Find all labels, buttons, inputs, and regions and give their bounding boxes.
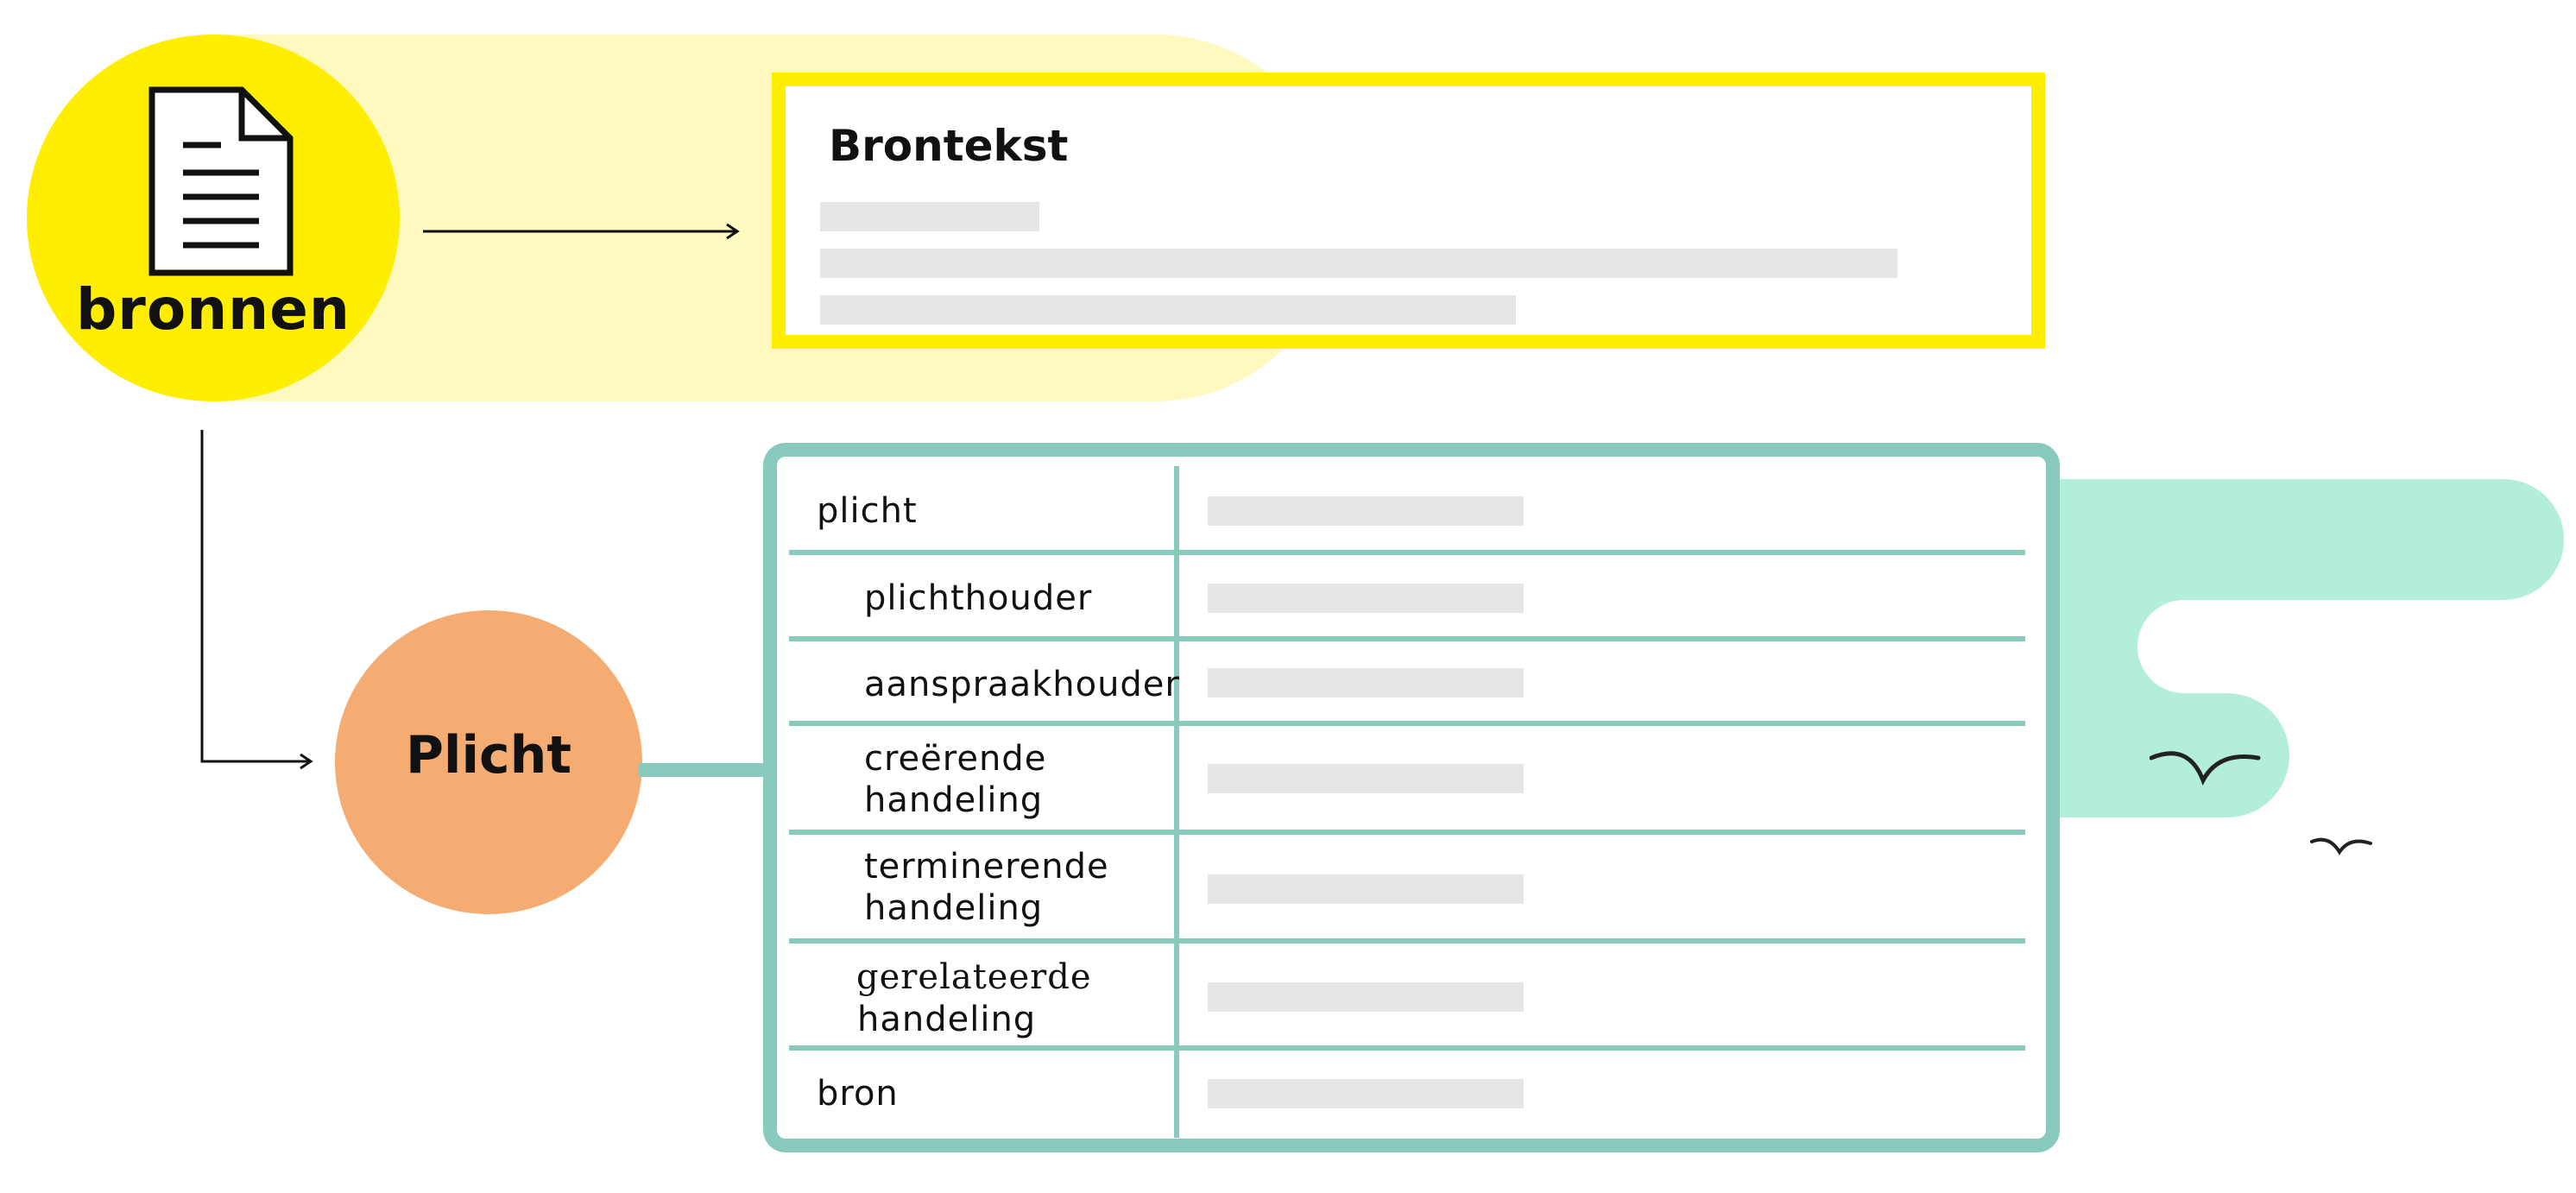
row-label-creerende-line1: creërende bbox=[864, 739, 1047, 779]
text-placeholder-2 bbox=[820, 249, 1897, 278]
row-divider bbox=[789, 636, 2025, 641]
value-placeholder bbox=[1208, 584, 1524, 613]
row-divider bbox=[789, 550, 2025, 555]
row-label-terminerende-line2: handeling bbox=[864, 888, 1044, 928]
row-label-creerende-line2: handeling bbox=[864, 780, 1044, 820]
row-label-gerelateerde-line2: handeling bbox=[857, 1000, 1037, 1039]
text-placeholder-1 bbox=[820, 202, 1039, 231]
arrow-to-plicht bbox=[200, 430, 313, 770]
row-divider bbox=[789, 938, 2025, 944]
row-label-bron: bron bbox=[817, 1074, 899, 1114]
arrow-to-brontekst bbox=[423, 223, 740, 240]
plicht-connector bbox=[639, 763, 768, 777]
row-label-gerelateerde-line1: gerelateerde bbox=[856, 957, 1092, 997]
text-placeholder-3 bbox=[820, 295, 1516, 325]
document-icon bbox=[148, 86, 294, 276]
row-label-plichthouder: plichthouder bbox=[864, 578, 1093, 618]
bird-doodle-large bbox=[2150, 751, 2261, 786]
row-divider bbox=[789, 721, 2025, 726]
brontekst-card: Brontekst bbox=[772, 73, 2045, 349]
value-placeholder bbox=[1208, 874, 1524, 904]
value-placeholder bbox=[1208, 982, 1524, 1012]
plicht-label: Plicht bbox=[405, 725, 572, 786]
value-placeholder bbox=[1208, 764, 1524, 793]
bird-doodle-small bbox=[2310, 837, 2372, 855]
value-placeholder bbox=[1208, 1079, 1524, 1108]
row-divider bbox=[789, 1045, 2025, 1051]
row-divider bbox=[789, 830, 2025, 835]
bronnen-label: bronnen bbox=[76, 276, 350, 343]
row-label-terminerende-line1: terminerende bbox=[864, 847, 1109, 887]
brontekst-title: Brontekst bbox=[829, 121, 1069, 171]
row-label-aanspraakhouder: aanspraakhouder bbox=[864, 665, 1180, 704]
column-divider bbox=[1174, 466, 1179, 1138]
row-label-plicht: plicht bbox=[817, 491, 918, 531]
value-placeholder bbox=[1208, 496, 1524, 526]
value-placeholder bbox=[1208, 668, 1524, 697]
mint-background-shape bbox=[2046, 479, 2564, 817]
